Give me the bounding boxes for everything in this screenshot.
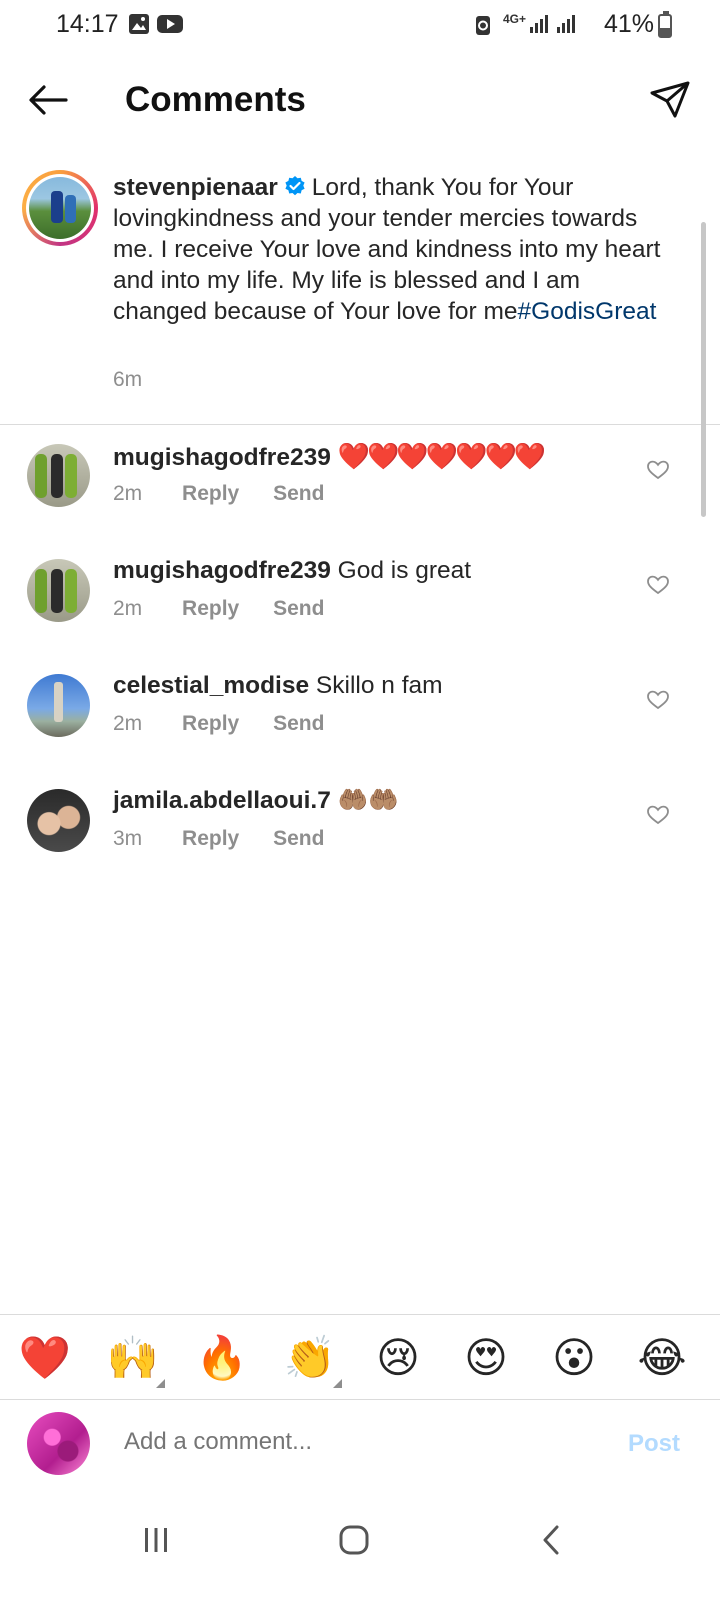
comment-avatar[interactable] bbox=[27, 444, 90, 507]
comments-header: Comments bbox=[0, 60, 720, 140]
emoji-reaction-bar: ❤️ 🙌 🔥 👏 😢 😍 😮 😂 bbox=[0, 1314, 720, 1400]
send-button[interactable]: Send bbox=[273, 712, 324, 736]
comment-text: Skillo n fam bbox=[315, 672, 443, 699]
comment-avatar[interactable] bbox=[27, 559, 90, 622]
comment-time: 2m bbox=[113, 712, 143, 735]
like-heart-icon[interactable] bbox=[646, 573, 670, 597]
signal-icon bbox=[530, 15, 548, 33]
comment-item: jamila.abdellaoui.7 🤲🏽🤲🏽 3m Reply Send bbox=[0, 785, 720, 885]
reply-button[interactable]: Reply bbox=[182, 827, 239, 851]
reply-button[interactable]: Reply bbox=[182, 482, 239, 506]
like-heart-icon[interactable] bbox=[646, 688, 670, 712]
youtube-notification-icon bbox=[157, 15, 183, 33]
caption-timestamp: 6m bbox=[113, 368, 143, 391]
add-comment-input[interactable] bbox=[124, 1428, 584, 1456]
recent-apps-icon[interactable] bbox=[134, 1518, 178, 1562]
like-heart-icon[interactable] bbox=[646, 803, 670, 827]
comment-line: mugishagodfre239 God is great bbox=[113, 555, 471, 587]
skin-tone-indicator bbox=[333, 1379, 342, 1388]
back-arrow-icon[interactable] bbox=[26, 78, 70, 122]
comment-time: 2m bbox=[113, 482, 143, 505]
battery-icon bbox=[658, 11, 672, 38]
comment-avatar[interactable] bbox=[27, 789, 90, 852]
comment-text: ❤️❤️❤️❤️❤️❤️❤️ bbox=[337, 441, 547, 471]
comment-text: God is great bbox=[337, 557, 472, 584]
share-send-icon[interactable] bbox=[648, 78, 692, 122]
comment-meta: 3m Reply Send bbox=[113, 827, 324, 851]
avatar-photo bbox=[29, 177, 91, 239]
comment-item: mugishagodfre239 God is great 2m Reply S… bbox=[0, 555, 720, 655]
page-title: Comments bbox=[125, 80, 306, 119]
post-caption: stevenpienaar Lord, thank You for Your l… bbox=[0, 165, 720, 425]
comment-meta: 2m Reply Send bbox=[113, 712, 324, 736]
data-saver-icon bbox=[476, 16, 490, 35]
send-button[interactable]: Send bbox=[273, 482, 324, 506]
comment-item: celestial_modise Skillo n fam 2m Reply S… bbox=[0, 670, 720, 770]
comment-composer: Post bbox=[0, 1400, 720, 1490]
status-time: 14:17 bbox=[56, 10, 119, 38]
like-heart-icon[interactable] bbox=[646, 458, 670, 482]
skin-tone-indicator bbox=[156, 1379, 165, 1388]
comment-meta: 2m Reply Send bbox=[113, 482, 324, 506]
comment-time: 3m bbox=[113, 827, 143, 850]
status-bar: 14:17 4G+ 41% bbox=[0, 0, 720, 52]
reaction-raised-hands[interactable]: 🙌 bbox=[105, 1330, 165, 1388]
send-button[interactable]: Send bbox=[273, 597, 324, 621]
reaction-fire[interactable]: 🔥 bbox=[194, 1330, 250, 1386]
comment-line: celestial_modise Skillo n fam bbox=[113, 670, 443, 702]
home-icon[interactable] bbox=[332, 1518, 376, 1562]
comment-meta: 2m Reply Send bbox=[113, 597, 324, 621]
comment-item: mugishagodfre239 ❤️❤️❤️❤️❤️❤️❤️ 2m Reply… bbox=[0, 440, 720, 540]
caption-username[interactable]: stevenpienaar bbox=[113, 174, 278, 201]
caption-hashtag[interactable]: #GodisGreat bbox=[518, 298, 657, 325]
my-avatar[interactable] bbox=[27, 1412, 90, 1475]
reaction-clap-glyph: 👏 bbox=[283, 1334, 337, 1381]
post-button[interactable]: Post bbox=[628, 1430, 680, 1458]
comment-time: 2m bbox=[113, 597, 143, 620]
reaction-clap[interactable]: 👏 bbox=[282, 1330, 342, 1388]
verified-badge-icon bbox=[285, 176, 305, 196]
comment-line: mugishagodfre239 ❤️❤️❤️❤️❤️❤️❤️ bbox=[113, 440, 547, 474]
reaction-heart-eyes[interactable]: 😍 bbox=[458, 1330, 514, 1386]
signal-icon-2 bbox=[557, 15, 575, 33]
comment-username[interactable]: jamila.abdellaoui.7 bbox=[113, 787, 331, 814]
reaction-laughing[interactable]: 😂 bbox=[634, 1330, 690, 1386]
reply-button[interactable]: Reply bbox=[182, 712, 239, 736]
comment-avatar[interactable] bbox=[27, 674, 90, 737]
reaction-raised-hands-glyph: 🙌 bbox=[106, 1334, 160, 1381]
reaction-surprised[interactable]: 😮 bbox=[546, 1330, 602, 1386]
reply-button[interactable]: Reply bbox=[182, 597, 239, 621]
reaction-heart[interactable]: ❤️ bbox=[17, 1330, 73, 1386]
comment-line: jamila.abdellaoui.7 🤲🏽🤲🏽 bbox=[113, 785, 399, 817]
comment-text: 🤲🏽🤲🏽 bbox=[337, 787, 399, 814]
back-nav-icon[interactable] bbox=[530, 1518, 574, 1562]
battery-percent: 41% bbox=[603, 10, 654, 38]
caption-avatar[interactable] bbox=[22, 170, 98, 246]
network-type: 4G+ bbox=[503, 12, 527, 26]
comment-username[interactable]: celestial_modise bbox=[113, 672, 309, 699]
caption-text-block: stevenpienaar Lord, thank You for Your l… bbox=[113, 172, 673, 327]
reaction-crying[interactable]: 😢 bbox=[370, 1330, 426, 1386]
gallery-notification-icon bbox=[129, 14, 149, 34]
comment-username[interactable]: mugishagodfre239 bbox=[113, 444, 331, 471]
send-button[interactable]: Send bbox=[273, 827, 324, 851]
comment-username[interactable]: mugishagodfre239 bbox=[113, 557, 331, 584]
system-nav-bar bbox=[0, 1490, 720, 1600]
